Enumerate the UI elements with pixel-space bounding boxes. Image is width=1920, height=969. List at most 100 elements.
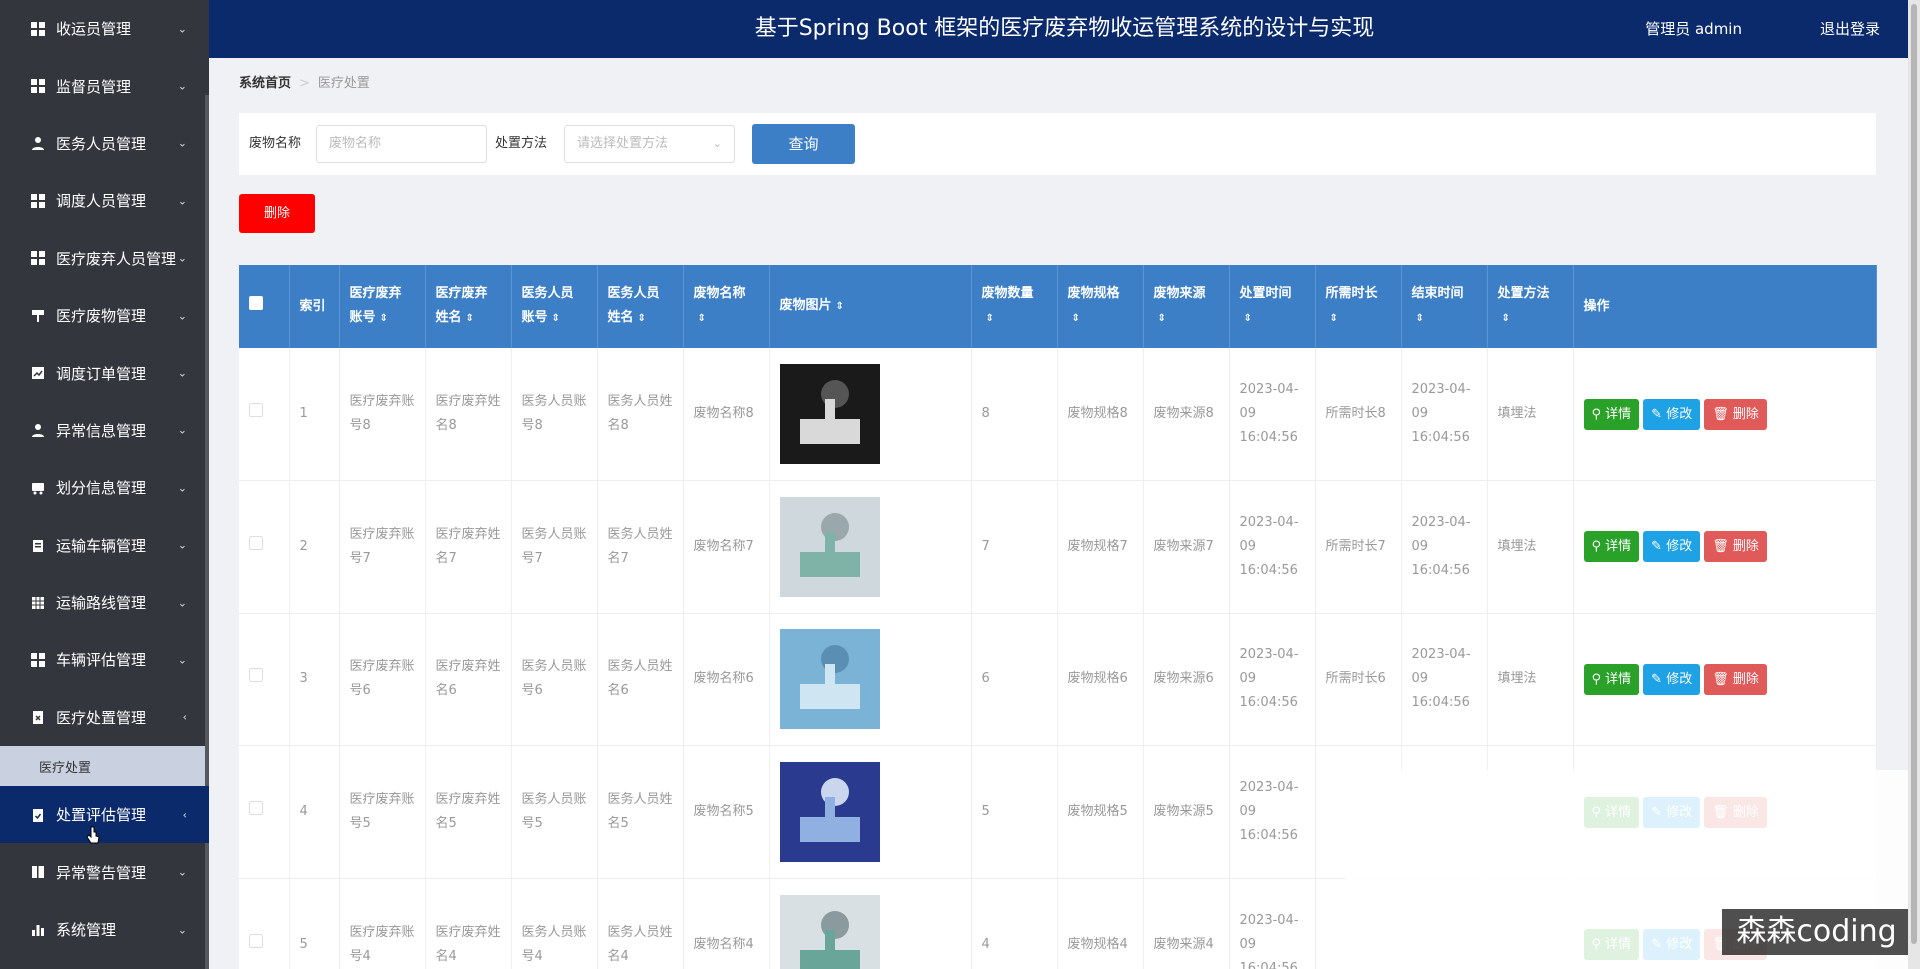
sidebar-item[interactable]: 医疗废物管理 ⌄: [0, 287, 209, 344]
cell-waste-name: 废物名称4: [683, 878, 770, 969]
waste-thumbnail-image[interactable]: [779, 629, 880, 730]
sidebar-item[interactable]: 划分信息管理 ⌄: [0, 459, 209, 516]
column-header[interactable]: 医务人员 账号 ⇕: [511, 265, 598, 348]
sidebar-item-label: 运输车辆管理: [56, 536, 147, 555]
row-checkbox[interactable]: [249, 933, 263, 948]
sidebar-item-label: 车辆评估管理: [56, 651, 147, 670]
column-header[interactable]: 废物数量 ⇕: [971, 265, 1058, 348]
detail-button[interactable]: ⚲ 详情: [1583, 531, 1640, 563]
sidebar-item[interactable]: 异常信息管理 ⌄: [0, 402, 209, 459]
column-header[interactable]: 医务人员 姓名 ⇕: [597, 265, 684, 348]
detail-button-label: 详情: [1605, 539, 1632, 555]
breadcrumb-home[interactable]: 系统首页: [239, 76, 291, 91]
cell-waste-person-name: 医疗废弃姓名5: [425, 745, 512, 879]
sidebar-item[interactable]: 医务人员管理 ⌄: [0, 115, 209, 172]
cell-method: 填埋法: [1487, 348, 1574, 481]
sidebar-item[interactable]: 医疗废弃人员管理 ⌄: [0, 230, 209, 287]
sidebar-item[interactable]: 收运员管理 ⌄: [0, 0, 209, 57]
sort-icon[interactable]: ⇕: [1502, 313, 1510, 324]
edit-button[interactable]: ✎ 修改: [1643, 398, 1701, 430]
sort-icon[interactable]: ⇕: [836, 301, 844, 312]
sidebar-item[interactable]: 监督员管理 ⌄: [0, 57, 209, 114]
sidebar-item[interactable]: 运输路线管理 ⌄: [0, 574, 209, 631]
column-header[interactable]: 处置方法 ⇕: [1487, 265, 1574, 348]
batch-delete-button[interactable]: 删除: [239, 194, 315, 233]
column-header[interactable]: 医疗废弃 账号 ⇕: [339, 265, 426, 348]
sidebar-item[interactable]: 处置评估管理 ‹: [0, 786, 209, 844]
sidebar-item[interactable]: 车辆评估管理 ⌄: [0, 631, 209, 688]
column-header[interactable]: 废物名称 ⇕: [683, 265, 770, 348]
waste-name-input[interactable]: 废物名称: [316, 125, 487, 163]
sort-icon[interactable]: ⇕: [466, 313, 474, 324]
waste-thumbnail-image[interactable]: [779, 364, 880, 465]
waste-thumbnail-image[interactable]: [779, 762, 880, 863]
breadcrumb-separator: >: [299, 76, 310, 91]
cell-waste-image: [769, 878, 972, 969]
delete-button[interactable]: 🗑 删除: [1704, 531, 1767, 563]
sort-icon[interactable]: ⇕: [552, 313, 560, 324]
select-all-checkbox[interactable]: [249, 295, 263, 310]
cell-med-account: 医务人员账号5: [511, 745, 598, 879]
sort-icon[interactable]: ⇕: [1072, 313, 1080, 324]
sidebar-subitem-medical-disposal[interactable]: 医疗处置: [0, 746, 209, 787]
chevron-left-icon: ‹: [182, 808, 187, 822]
cell-med-name: 医务人员姓名5: [597, 745, 684, 879]
sidebar-item-label: 系统管理: [56, 921, 117, 940]
column-header[interactable]: 结束时间 ⇕: [1401, 265, 1488, 348]
delete-button[interactable]: 🗑 删除: [1704, 398, 1767, 430]
edit-button[interactable]: ✎ 修改: [1643, 531, 1701, 563]
page-scrollbar-thumb[interactable]: [1911, 4, 1917, 944]
sidebar-item[interactable]: 系统管理 ⌄: [0, 901, 209, 958]
sort-icon[interactable]: ⇕: [698, 313, 706, 324]
cell-index: 4: [289, 745, 340, 879]
sidebar-item[interactable]: 调度人员管理 ⌄: [0, 172, 209, 229]
search-button[interactable]: 查询: [752, 124, 855, 164]
waste-thumbnail-image[interactable]: [779, 894, 880, 969]
sort-icon[interactable]: ⇕: [1416, 313, 1424, 324]
row-checkbox[interactable]: [249, 535, 263, 550]
method-select[interactable]: 请选择处置方法 ⌄: [564, 125, 735, 163]
column-header[interactable]: 废物来源 ⇕: [1143, 265, 1230, 348]
chevron-down-icon: ⌄: [177, 79, 187, 93]
sidebar-item[interactable]: 运输车辆管理 ⌄: [0, 517, 209, 574]
chevron-down-icon: ⌄: [177, 865, 187, 879]
detail-button[interactable]: ⚲ 详情: [1583, 398, 1640, 430]
cell-waste-image: [769, 348, 972, 481]
column-header[interactable]: 废物图片 ⇕: [769, 265, 972, 348]
page-scrollbar[interactable]: [1908, 0, 1920, 969]
watermark: 森森coding: [1722, 909, 1911, 955]
sidebar-item[interactable]: 调度订单管理 ⌄: [0, 344, 209, 401]
sort-icon[interactable]: ⇕: [1330, 313, 1338, 324]
row-checkbox[interactable]: [249, 403, 263, 418]
column-header-label: 索引: [299, 298, 326, 314]
cell-quantity: 6: [971, 613, 1058, 746]
row-select-cell: [239, 745, 290, 879]
detail-button[interactable]: ⚲ 详情: [1583, 663, 1640, 695]
column-header[interactable]: 处置时间 ⇕: [1229, 265, 1316, 348]
delete-button[interactable]: 🗑 删除: [1704, 663, 1767, 695]
cell-actions: ⚲ 详情✎ 修改🗑 删除: [1573, 480, 1877, 614]
chevron-down-icon: ⌄: [177, 596, 187, 610]
cell-med-name: 医务人员姓名7: [597, 480, 684, 614]
logout-link[interactable]: 退出登录: [1820, 0, 1880, 58]
sort-icon[interactable]: ⇕: [1244, 313, 1252, 324]
cell-index: 5: [289, 878, 340, 969]
sidebar-item[interactable]: 异常警告管理 ⌄: [0, 843, 209, 900]
column-header-label: 废物图片: [779, 298, 832, 313]
waste-thumbnail-image[interactable]: [779, 496, 880, 597]
edit-button[interactable]: ✎ 修改: [1643, 663, 1701, 695]
column-header[interactable]: 医疗废弃 姓名 ⇕: [425, 265, 512, 348]
column-header[interactable]: 废物规格 ⇕: [1057, 265, 1144, 348]
sidebar-item[interactable]: 医疗处置管理 ‹: [0, 689, 209, 746]
grid-icon: [30, 21, 46, 37]
sort-icon[interactable]: ⇕: [380, 313, 388, 324]
sidebar-item-label: 医疗废物管理: [56, 307, 147, 326]
row-checkbox[interactable]: [249, 801, 263, 816]
row-select-cell: [239, 480, 290, 614]
sort-icon[interactable]: ⇕: [638, 313, 646, 324]
waste-name-label: 废物名称: [249, 136, 302, 151]
sort-icon[interactable]: ⇕: [986, 313, 994, 324]
column-header[interactable]: 所需时长 ⇕: [1315, 265, 1402, 348]
row-checkbox[interactable]: [249, 668, 263, 683]
sort-icon[interactable]: ⇕: [1158, 313, 1166, 324]
